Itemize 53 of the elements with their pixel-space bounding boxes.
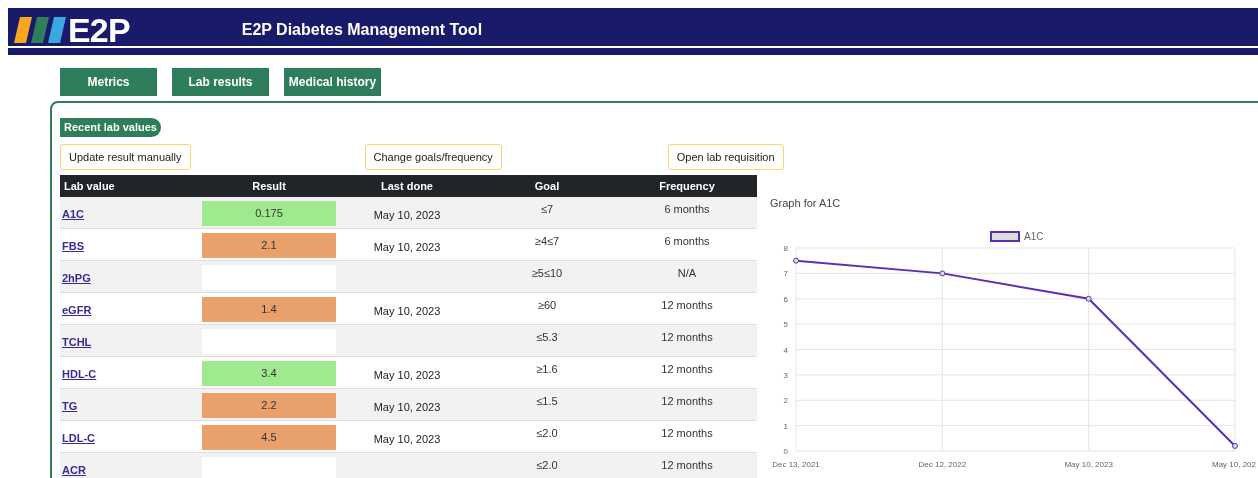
frequency-text: 12 months — [661, 298, 713, 313]
y-tick-label: 6 — [783, 294, 788, 304]
goal-text: ≤2.0 — [536, 458, 558, 473]
result-cell: 2.2 — [202, 393, 336, 418]
section-label: Recent lab values — [60, 118, 161, 137]
result-cell: 1.4 — [202, 297, 336, 322]
x-tick-label: May 10, 2023 — [1064, 459, 1113, 469]
column-header: Lab value — [63, 178, 116, 194]
y-tick-label: 2 — [783, 395, 788, 405]
column-header: Goal — [533, 178, 561, 194]
y-tick-label: 7 — [783, 268, 788, 278]
goal-text: ≥5≤10 — [531, 266, 563, 281]
date-text: May 10, 2023 — [373, 239, 441, 255]
y-tick-label: 8 — [783, 243, 788, 253]
goal-text: ≤5.3 — [536, 330, 558, 345]
y-tick-label: 1 — [783, 421, 788, 431]
result-cell: 0.175 — [202, 201, 336, 226]
result-cell: 3.4 — [202, 361, 336, 386]
frequency-text: 12 months — [661, 394, 713, 409]
date-text: May 10, 2023 — [373, 431, 441, 447]
date-text: May 10, 2023 — [373, 303, 441, 319]
graph-title: Graph for A1C — [770, 196, 842, 211]
goal-text: ≤1.5 — [536, 394, 558, 409]
date-text: May 10, 2023 — [373, 399, 441, 415]
column-header: Last done — [380, 178, 434, 194]
frequency-text: 12 months — [661, 330, 713, 345]
y-tick-label: 3 — [783, 370, 788, 380]
goal-text: ≥1.6 — [536, 362, 558, 377]
app-title: E2P Diabetes Management Tool — [241, 20, 483, 40]
frequency-text: 12 months — [661, 362, 713, 377]
frequency-text: N/A — [677, 266, 697, 281]
frequency-text: 6 months — [664, 202, 710, 217]
result-cell: 2.1 — [202, 233, 336, 258]
date-text: May 10, 2023 — [373, 367, 441, 383]
x-tick-label: May 10, 202 — [1211, 459, 1256, 469]
logo-text: E2P — [68, 13, 130, 47]
y-tick-label: 0 — [783, 446, 788, 456]
column-header: Frequency — [658, 178, 716, 194]
frequency-text: 6 months — [664, 234, 710, 249]
x-tick-label: Dec 13, 2021 — [772, 459, 820, 469]
goal-text: ≥4≤7 — [534, 234, 560, 249]
frequency-text: 12 months — [661, 458, 713, 473]
column-header: Result — [251, 178, 287, 194]
goal-text: ≥60 — [537, 298, 557, 313]
x-tick-label: Dec 12, 2022 — [918, 459, 967, 469]
date-text: May 10, 2023 — [373, 207, 441, 223]
frequency-text: 12 months — [661, 426, 713, 441]
goal-text: ≤7 — [540, 202, 554, 217]
goal-text: ≤2.0 — [536, 426, 558, 441]
legend-label: A1C — [1024, 230, 1044, 242]
result-cell: 4.5 — [202, 425, 336, 450]
y-tick-label: 5 — [783, 319, 788, 329]
y-tick-label: 4 — [783, 345, 788, 354]
